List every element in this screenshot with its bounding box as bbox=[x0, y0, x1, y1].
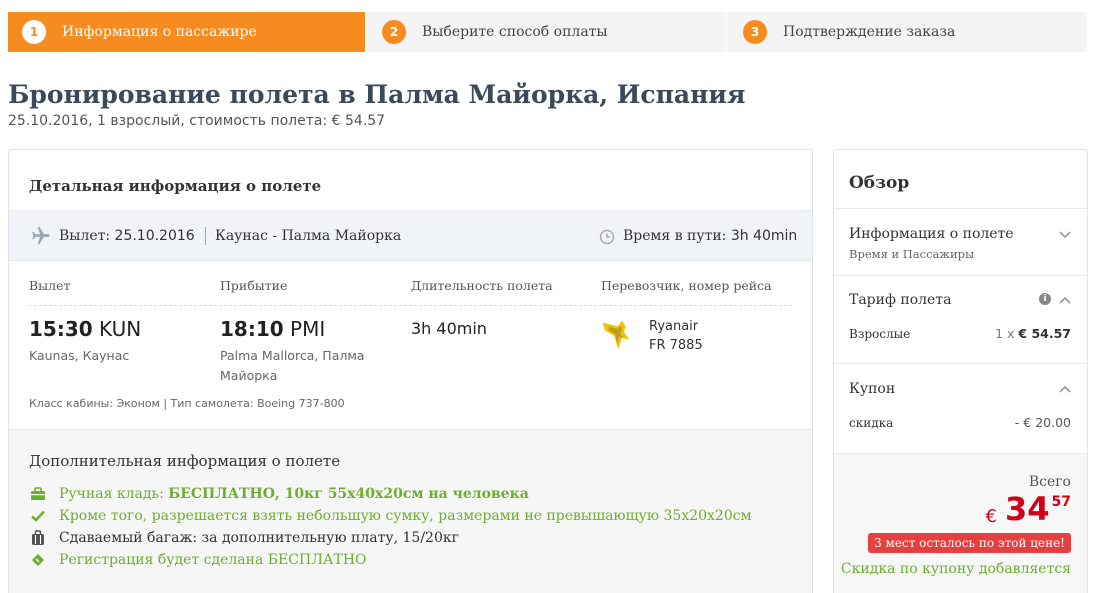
feature-hand-luggage: Ручная кладь: БЕСПЛАТНО, 10кг 55x40x20см… bbox=[29, 484, 529, 504]
step-payment-method[interactable]: 2 Выберите способ оплаты bbox=[366, 12, 726, 52]
divider bbox=[834, 275, 1087, 276]
discount-label: скидка bbox=[849, 416, 894, 430]
feature-checked-baggage: Сдаваемый багаж: за дополнительную плату… bbox=[29, 528, 459, 548]
discount-value: - € 20.00 bbox=[1014, 415, 1071, 430]
feature-text: Ручная кладь: БЕСПЛАТНО, 10кг 55x40x20см… bbox=[59, 486, 529, 502]
feature-text: Сдаваемый багаж: за дополнительную плату… bbox=[59, 530, 459, 546]
ryanair-logo-icon bbox=[602, 320, 630, 350]
briefcase-icon bbox=[29, 485, 47, 503]
feature-value: БЕСПЛАТНО, 10кг 55x40x20см на человека bbox=[168, 486, 529, 502]
info-icon[interactable]: i bbox=[1039, 293, 1051, 305]
ticket-icon bbox=[29, 551, 47, 569]
summary-title: Обзор bbox=[849, 173, 910, 193]
total-label: Всего bbox=[1028, 474, 1071, 490]
departure-date-value: 25.10.2016 bbox=[114, 228, 195, 244]
feature-checkin: Регистрация будет сделана БЕСПЛАТНО bbox=[29, 550, 367, 570]
departure-time-value: 15:30 bbox=[29, 317, 93, 341]
coupon-note: Скидка по купону добавляется bbox=[840, 561, 1071, 577]
clock-icon bbox=[599, 229, 615, 245]
arrival-place-line: Palma Mallorca, Палма bbox=[220, 348, 365, 363]
plane-icon bbox=[32, 226, 50, 245]
travel-time-value: 3h 40min bbox=[730, 228, 798, 244]
arrival-time-value: 18:10 bbox=[220, 317, 284, 341]
page-title: Бронирование полета в Палма Майорка, Исп… bbox=[8, 80, 746, 109]
step-number: 2 bbox=[382, 20, 406, 44]
divider bbox=[29, 305, 792, 306]
feature-text: Регистрация будет сделана БЕСПЛАТНО bbox=[59, 552, 367, 568]
step-number: 1 bbox=[22, 20, 46, 44]
check-icon bbox=[29, 507, 47, 525]
departure-date: Вылет: 25.10.2016 bbox=[59, 228, 195, 244]
arrival-time: 18:10 PMI bbox=[220, 317, 325, 341]
divider bbox=[834, 208, 1087, 209]
currency-symbol: € bbox=[985, 506, 997, 527]
adults-label: Взрослые bbox=[849, 327, 911, 341]
chevron-up-icon[interactable] bbox=[1058, 384, 1072, 394]
departure-time: 15:30 KUN bbox=[29, 317, 141, 341]
cabin-info: Класс кабины: Эконом | Тип самолета: Boe… bbox=[29, 397, 345, 410]
arrival-place-line: Майорка bbox=[220, 368, 278, 383]
tariff-toggle[interactable]: Тариф полета bbox=[849, 292, 951, 308]
chevron-down-icon[interactable] bbox=[1058, 230, 1072, 240]
feature-small-bag: Кроме того, разрешается взять небольшую … bbox=[29, 506, 751, 526]
column-duration: Длительность полета bbox=[411, 278, 553, 293]
step-number: 3 bbox=[743, 20, 767, 44]
extra-info-section: Дополнительная информация о полете Ручна… bbox=[9, 429, 812, 593]
feature-label: Ручная кладь: bbox=[59, 486, 169, 502]
route: Каунас - Палма Майорка bbox=[215, 228, 402, 244]
step-passenger-info[interactable]: 1 Информация о пассажире bbox=[8, 12, 365, 52]
arrival-place: Palma Mallorca, Палма Майорка bbox=[220, 346, 364, 386]
divider bbox=[205, 227, 206, 245]
travel-time: Время в пути: 3h 40min bbox=[623, 228, 797, 244]
extra-info-heading: Дополнительная информация о полете bbox=[29, 452, 341, 470]
departure-date-label: Вылет: bbox=[59, 228, 111, 244]
total-section: Всего € 34 57 3 мест осталось по этой це… bbox=[834, 453, 1087, 593]
checkout-steps: 1 Информация о пассажире 2 Выберите спос… bbox=[8, 12, 1087, 52]
travel-time-label: Время в пути: bbox=[623, 228, 727, 244]
chevron-up-icon[interactable] bbox=[1058, 295, 1072, 305]
flight-number: FR 7885 bbox=[649, 338, 703, 353]
feature-text: Кроме того, разрешается взять небольшую … bbox=[59, 508, 752, 524]
column-carrier: Перевозчик, номер рейса bbox=[601, 278, 772, 293]
flight-info-subtitle: Время и Пассажиры bbox=[849, 247, 975, 261]
seats-left-badge: 3 мест осталось по этой цене! bbox=[868, 533, 1071, 553]
total-price-integer: 34 bbox=[1004, 490, 1050, 528]
adults-quantity: 1 x bbox=[995, 326, 1015, 341]
summary-panel: Обзор Информация о полете Время и Пассаж… bbox=[833, 149, 1088, 593]
column-arrival: Прибытие bbox=[220, 278, 288, 293]
divider bbox=[834, 363, 1087, 364]
coupon-toggle[interactable]: Купон bbox=[849, 381, 895, 397]
arrival-airport-code: PMI bbox=[290, 317, 326, 341]
column-departure: Вылет bbox=[29, 278, 71, 293]
departure-airport-code: KUN bbox=[99, 317, 142, 341]
flight-details-card: Детальная информация о полете Вылет: 25.… bbox=[8, 149, 813, 593]
adults-price-value: € 54.57 bbox=[1018, 326, 1071, 341]
step-label: Подтверждение заказа bbox=[783, 24, 956, 40]
step-label: Информация о пассажире bbox=[62, 24, 257, 40]
page-subtitle: 25.10.2016, 1 взрослый, стоимость полета… bbox=[8, 113, 386, 129]
flight-duration: 3h 40min bbox=[411, 319, 487, 338]
total-price: € 34 57 bbox=[986, 490, 1071, 528]
departure-place: Kaunas, Каунас bbox=[29, 348, 130, 363]
route-bar: Вылет: 25.10.2016 Каунас - Палма Майорка… bbox=[9, 210, 812, 261]
total-price-decimal: 57 bbox=[1051, 494, 1071, 510]
flight-info-toggle[interactable]: Информация о полете bbox=[849, 226, 1014, 242]
flight-details-heading: Детальная информация о полете bbox=[29, 177, 322, 195]
step-order-confirmation[interactable]: 3 Подтверждение заказа bbox=[727, 12, 1087, 52]
luggage-icon bbox=[29, 529, 47, 547]
adults-price: 1 x € 54.57 bbox=[995, 326, 1071, 341]
carrier-name: Ryanair bbox=[649, 319, 699, 334]
carrier-info: Ryanair FR 7885 bbox=[649, 317, 703, 355]
step-label: Выберите способ оплаты bbox=[422, 24, 608, 40]
